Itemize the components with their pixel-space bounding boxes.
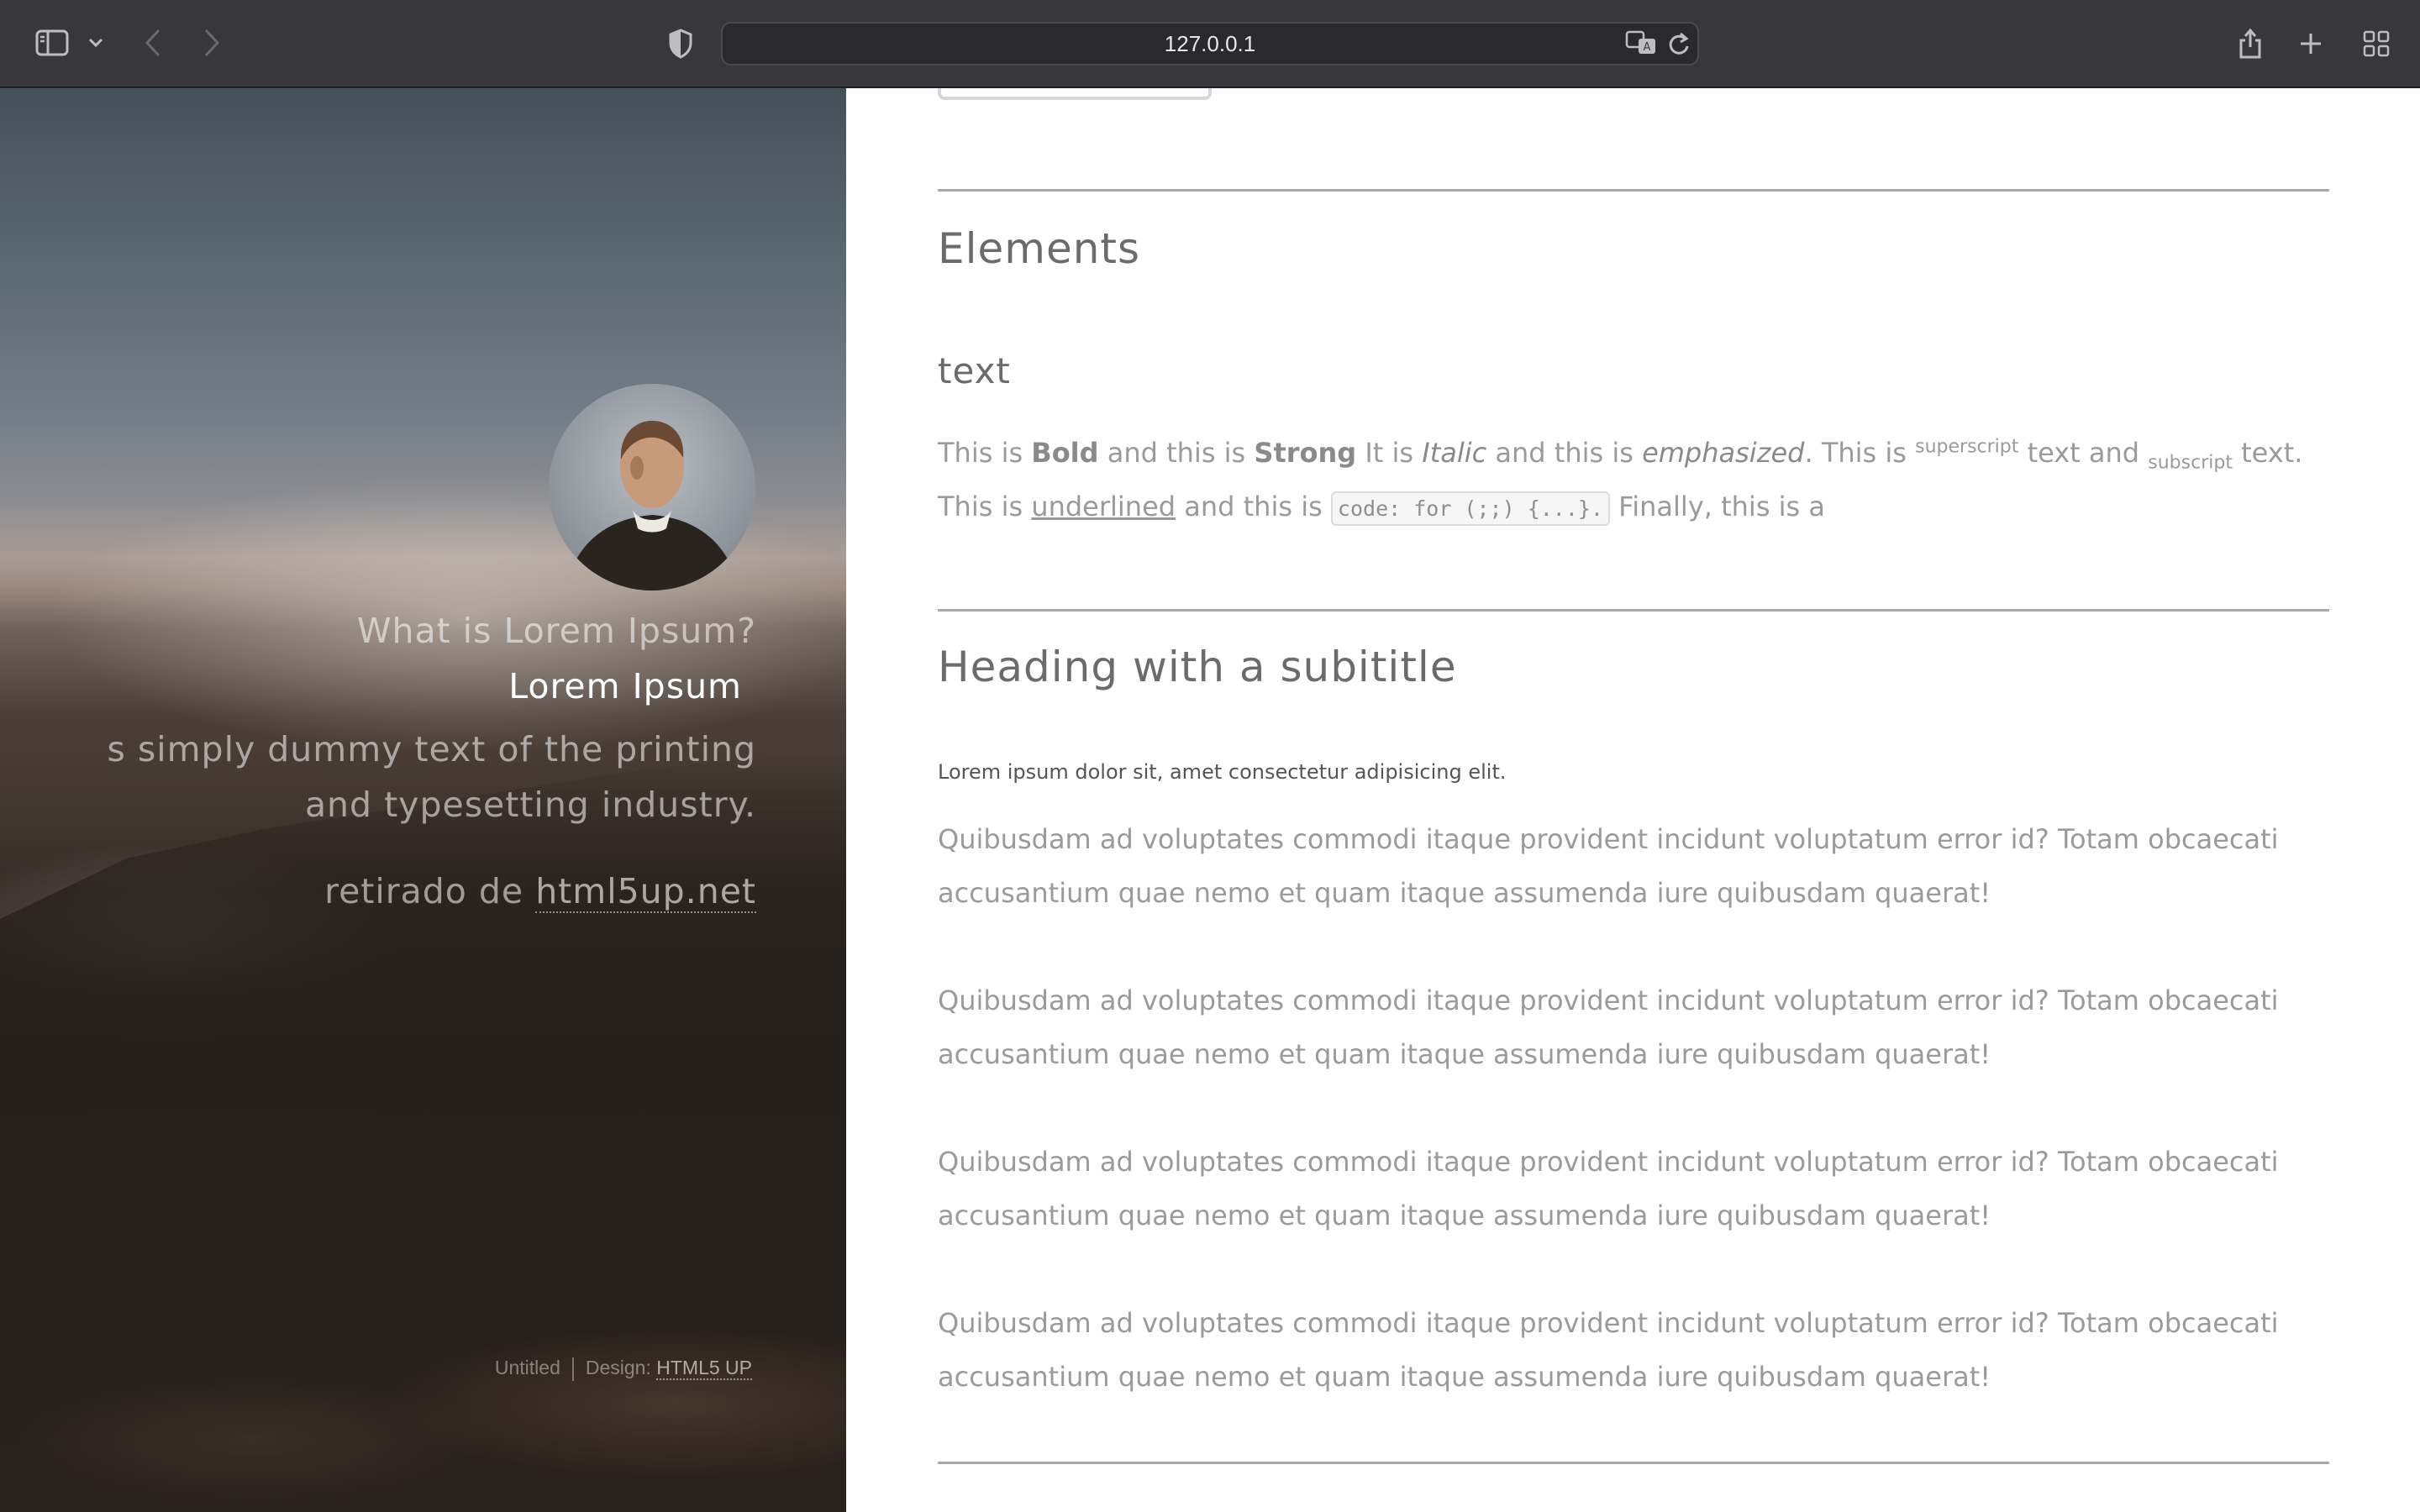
profile-name: Lorem Ipsum <box>508 666 742 706</box>
superscript-text: superscript <box>1915 436 2019 458</box>
elements-heading: Elements <box>938 224 1141 273</box>
sidebar-footer: Untitled Design: HTML5 UP <box>495 1357 752 1381</box>
footer-divider <box>571 1357 574 1381</box>
forward-arrow-icon[interactable] <box>195 24 229 62</box>
text-sample-paragraph: This is Bold and this is Strong It is It… <box>938 426 2333 536</box>
avatar <box>549 384 755 591</box>
text-run: text. <box>2232 437 2303 469</box>
sidebar-icon[interactable] <box>30 27 74 59</box>
profile-credit: retirado de html5up.net <box>324 871 756 913</box>
browser-toolbar: 127.0.0.1 A <box>0 0 2420 88</box>
plus-icon[interactable] <box>2292 25 2329 62</box>
credit-prefix: retirado de <box>324 871 536 911</box>
text-run: and this is <box>1176 491 1331 522</box>
description-line-1: s simply dummy text of the printing <box>107 729 756 769</box>
partial-button[interactable] <box>938 88 1212 100</box>
text-run: . This is <box>1804 437 1916 469</box>
profile-question: What is Lorem Ipsum? <box>356 611 756 651</box>
bold-text: Bold <box>1031 437 1099 469</box>
text-run: text and <box>2018 437 2149 469</box>
paragraph: Quibusdam ad voluptates commodi itaque p… <box>938 823 2279 909</box>
grid-icon[interactable] <box>2358 25 2395 62</box>
footer-untitled: Untitled <box>494 1357 560 1378</box>
main-content: Elements text This is Bold and this is S… <box>846 88 2420 1512</box>
url-text: 127.0.0.1 <box>1164 30 1256 56</box>
subtitle-text: Lorem ipsum dolor sit, amet consectetur … <box>938 760 1507 784</box>
code-sample: code: for (;;) {...}. <box>1330 491 1610 526</box>
text-run: and this is <box>1098 437 1255 469</box>
translate-icon[interactable]: A <box>1623 27 1660 59</box>
text-run: and this is <box>1486 437 1643 469</box>
paragraph: Quibusdam ad voluptates commodi itaque p… <box>938 1146 2279 1231</box>
subtitle-heading: Heading with a subititle <box>938 643 1457 691</box>
text-run: Finally, this is a <box>1610 491 1825 522</box>
credit-link[interactable]: html5up.net <box>535 871 756 913</box>
text-run: It is <box>1356 437 1423 469</box>
address-bar[interactable]: 127.0.0.1 <box>721 22 1699 66</box>
text-run: This is <box>938 437 1032 469</box>
italic-text: Italic <box>1422 437 1487 469</box>
subscript-text: subscript <box>2148 452 2233 474</box>
description-line-2: and typesetting industry. <box>304 785 756 825</box>
share-icon[interactable] <box>2232 22 2269 64</box>
divider <box>938 609 2329 612</box>
footer-design-label: Design: <box>585 1357 657 1378</box>
profile-description: s simply dummy text of the printing and … <box>107 722 756 832</box>
footer-design-link[interactable]: HTML5 UP <box>656 1357 752 1380</box>
text-heading: text <box>938 350 1011 391</box>
emphasized-text: emphasized <box>1642 437 1805 469</box>
paragraph: Quibusdam ad voluptates commodi itaque p… <box>938 984 2279 1070</box>
back-arrow-icon[interactable] <box>136 24 170 62</box>
chevron-down-icon[interactable] <box>84 30 108 55</box>
divider <box>938 1462 2329 1464</box>
shield-icon[interactable] <box>662 25 699 62</box>
underlined-text: underlined <box>1031 491 1176 522</box>
profile-sidebar: What is Lorem Ipsum? Lorem Ipsum s simpl… <box>0 88 846 1512</box>
strong-text: Strong <box>1254 437 1357 469</box>
reload-icon[interactable] <box>1662 27 1696 60</box>
divider <box>938 189 2329 192</box>
paragraph: Quibusdam ad voluptates commodi itaque p… <box>938 1307 2279 1393</box>
text-run: This is <box>938 491 1032 522</box>
svg-text:A: A <box>1644 41 1651 54</box>
